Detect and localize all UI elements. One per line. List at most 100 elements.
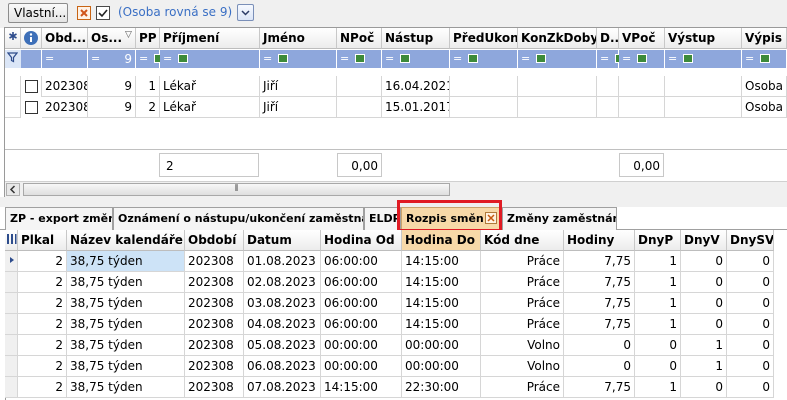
filter-operator[interactable]: = bbox=[453, 52, 462, 65]
row-indicator[interactable] bbox=[5, 335, 18, 356]
filter-operator[interactable]: = bbox=[385, 52, 394, 65]
close-icon[interactable] bbox=[485, 212, 497, 224]
row-indicator[interactable] bbox=[5, 293, 18, 314]
filter-operator[interactable]: = bbox=[91, 52, 100, 65]
bottom-grid-cell: 07.08.2023 bbox=[244, 377, 321, 398]
filter-cell[interactable]: = 9 bbox=[88, 50, 136, 68]
bottom-grid-cell: Práce bbox=[481, 293, 564, 314]
tab-4[interactable]: Rozpis směn bbox=[401, 207, 502, 230]
row-indicator[interactable] bbox=[5, 272, 18, 293]
top-grid-cell: Jiří bbox=[260, 76, 337, 97]
bottom-col-header[interactable]: Plkal bbox=[18, 230, 67, 251]
bottom-col-header[interactable]: Období bbox=[185, 230, 244, 251]
filter-operator[interactable]: = bbox=[622, 52, 631, 65]
top-col-header[interactable]: Obd... bbox=[42, 28, 88, 49]
filter-operator[interactable]: = bbox=[600, 52, 609, 65]
bottom-col-header[interactable]: Hodina Do bbox=[402, 230, 481, 251]
filter-cell[interactable]: = bbox=[619, 50, 665, 68]
filter-cell[interactable]: = bbox=[518, 50, 597, 68]
filter-cell[interactable]: = bbox=[742, 50, 787, 68]
filter-type-icon bbox=[683, 54, 693, 63]
filter-cell-first[interactable] bbox=[21, 50, 42, 68]
top-col-header[interactable]: VPoč bbox=[619, 28, 665, 49]
filter-cell[interactable]: = bbox=[382, 50, 450, 68]
top-grid-cell bbox=[619, 97, 665, 118]
bottom-grid-cell: Práce bbox=[481, 377, 564, 398]
top-col-header[interactable]: Jméno bbox=[260, 28, 337, 49]
splitter[interactable] bbox=[0, 197, 787, 207]
bottom-col-header[interactable]: Název kalendáře bbox=[67, 230, 185, 251]
filter-operator[interactable]: = bbox=[521, 52, 530, 65]
top-col-header[interactable]: KonZkDoby bbox=[518, 28, 597, 49]
filter-cell[interactable]: = bbox=[665, 50, 742, 68]
filter-dropdown-button[interactable] bbox=[237, 4, 254, 21]
filter-condition-text[interactable]: (Osoba rovná se 9) bbox=[118, 5, 232, 19]
top-col-header[interactable]: PP bbox=[136, 28, 160, 49]
filter-operator[interactable]: = bbox=[668, 52, 677, 65]
top-grid-cell bbox=[665, 97, 742, 118]
top-grid-corner[interactable] bbox=[5, 28, 21, 49]
filter-cell[interactable]: = bbox=[260, 50, 337, 68]
bottom-col-header[interactable]: Hodiny bbox=[564, 230, 635, 251]
top-col-header[interactable]: NPoč bbox=[337, 28, 382, 49]
top-grid-info[interactable] bbox=[21, 28, 42, 49]
bottom-grid-cell: 0 bbox=[727, 314, 774, 335]
top-grid-cell: Osoba bbox=[742, 97, 787, 118]
top-grid-cell bbox=[450, 76, 518, 97]
bottom-col-header[interactable]: DnySV bbox=[727, 230, 774, 251]
clear-filter-icon[interactable] bbox=[77, 6, 91, 20]
row-indicator[interactable] bbox=[5, 314, 18, 335]
top-col-header[interactable]: Příjmení bbox=[160, 28, 260, 49]
bottom-grid-cell: 202308 bbox=[185, 335, 244, 356]
bottom-col-header[interactable]: Kód dne bbox=[481, 230, 564, 251]
tab-3[interactable]: ELDP bbox=[364, 207, 401, 230]
bottom-col-header[interactable]: Datum bbox=[244, 230, 321, 251]
bottom-grid-cell: Volno bbox=[481, 356, 564, 377]
filter-cell[interactable]: = bbox=[42, 50, 88, 68]
bottom-grid-cell: 1 bbox=[635, 377, 681, 398]
filter-type-icon bbox=[468, 54, 478, 63]
filter-cell[interactable]: = bbox=[337, 50, 382, 68]
top-col-header[interactable]: Nástup bbox=[382, 28, 450, 49]
bottom-grid-cell: 202308 bbox=[185, 356, 244, 377]
filter-operator[interactable]: = bbox=[340, 52, 349, 65]
top-col-header[interactable]: D.. bbox=[597, 28, 619, 49]
bottom-col-header[interactable]: DnyV bbox=[681, 230, 727, 251]
bottom-grid-cell: 1 bbox=[635, 314, 681, 335]
tab-1[interactable]: ZP - export změn bbox=[5, 207, 113, 230]
tab-2[interactable]: Oznámení o nástupu/ukončení zaměstnání bbox=[113, 207, 364, 230]
horizontal-scrollbar[interactable]: ⦀ bbox=[5, 181, 787, 197]
filter-operator[interactable]: = bbox=[139, 52, 148, 65]
scroll-left-icon[interactable] bbox=[6, 183, 20, 196]
scroll-thumb[interactable]: ⦀ bbox=[23, 183, 450, 196]
row-checkbox[interactable] bbox=[25, 101, 38, 114]
filter-cell[interactable]: = bbox=[450, 50, 518, 68]
bottom-grid-cell: 14:15:00 bbox=[402, 272, 481, 293]
filter-cell[interactable]: = bbox=[597, 50, 625, 68]
bottom-col-header[interactable]: Hodina Od bbox=[321, 230, 402, 251]
filter-operator[interactable]: = bbox=[263, 52, 272, 65]
filter-value[interactable]: 9 bbox=[124, 52, 132, 66]
filter-operator[interactable]: = bbox=[163, 52, 172, 65]
row-indicator[interactable] bbox=[5, 377, 18, 398]
summary-vpoc: 0,00 bbox=[633, 159, 660, 173]
row-indicator[interactable] bbox=[5, 356, 18, 377]
bottom-grid-cell: 0 bbox=[727, 251, 774, 272]
filter-active-checkbox[interactable] bbox=[96, 6, 110, 20]
filter-cell[interactable]: = bbox=[160, 50, 260, 68]
bottom-col-header[interactable]: DnyP bbox=[635, 230, 681, 251]
top-grid-cell: 16.04.2021 bbox=[382, 76, 450, 97]
filter-operator[interactable]: = bbox=[745, 52, 754, 65]
asterisk-icon bbox=[9, 32, 17, 40]
row-indicator[interactable] bbox=[5, 251, 18, 272]
bottom-grid-corner[interactable] bbox=[5, 230, 18, 251]
custom-filter-button[interactable]: Vlastní... bbox=[8, 3, 68, 23]
top-col-header[interactable]: PředUkon bbox=[450, 28, 518, 49]
row-selector[interactable] bbox=[5, 76, 21, 97]
filter-operator[interactable]: = bbox=[45, 52, 54, 65]
top-col-header[interactable]: Výpis bbox=[742, 28, 787, 49]
top-col-header[interactable]: Výstup bbox=[665, 28, 742, 49]
filter-cell[interactable]: = bbox=[136, 50, 164, 68]
row-selector[interactable] bbox=[5, 97, 21, 118]
tab-5[interactable]: Změny zaměstnání bbox=[502, 207, 617, 230]
